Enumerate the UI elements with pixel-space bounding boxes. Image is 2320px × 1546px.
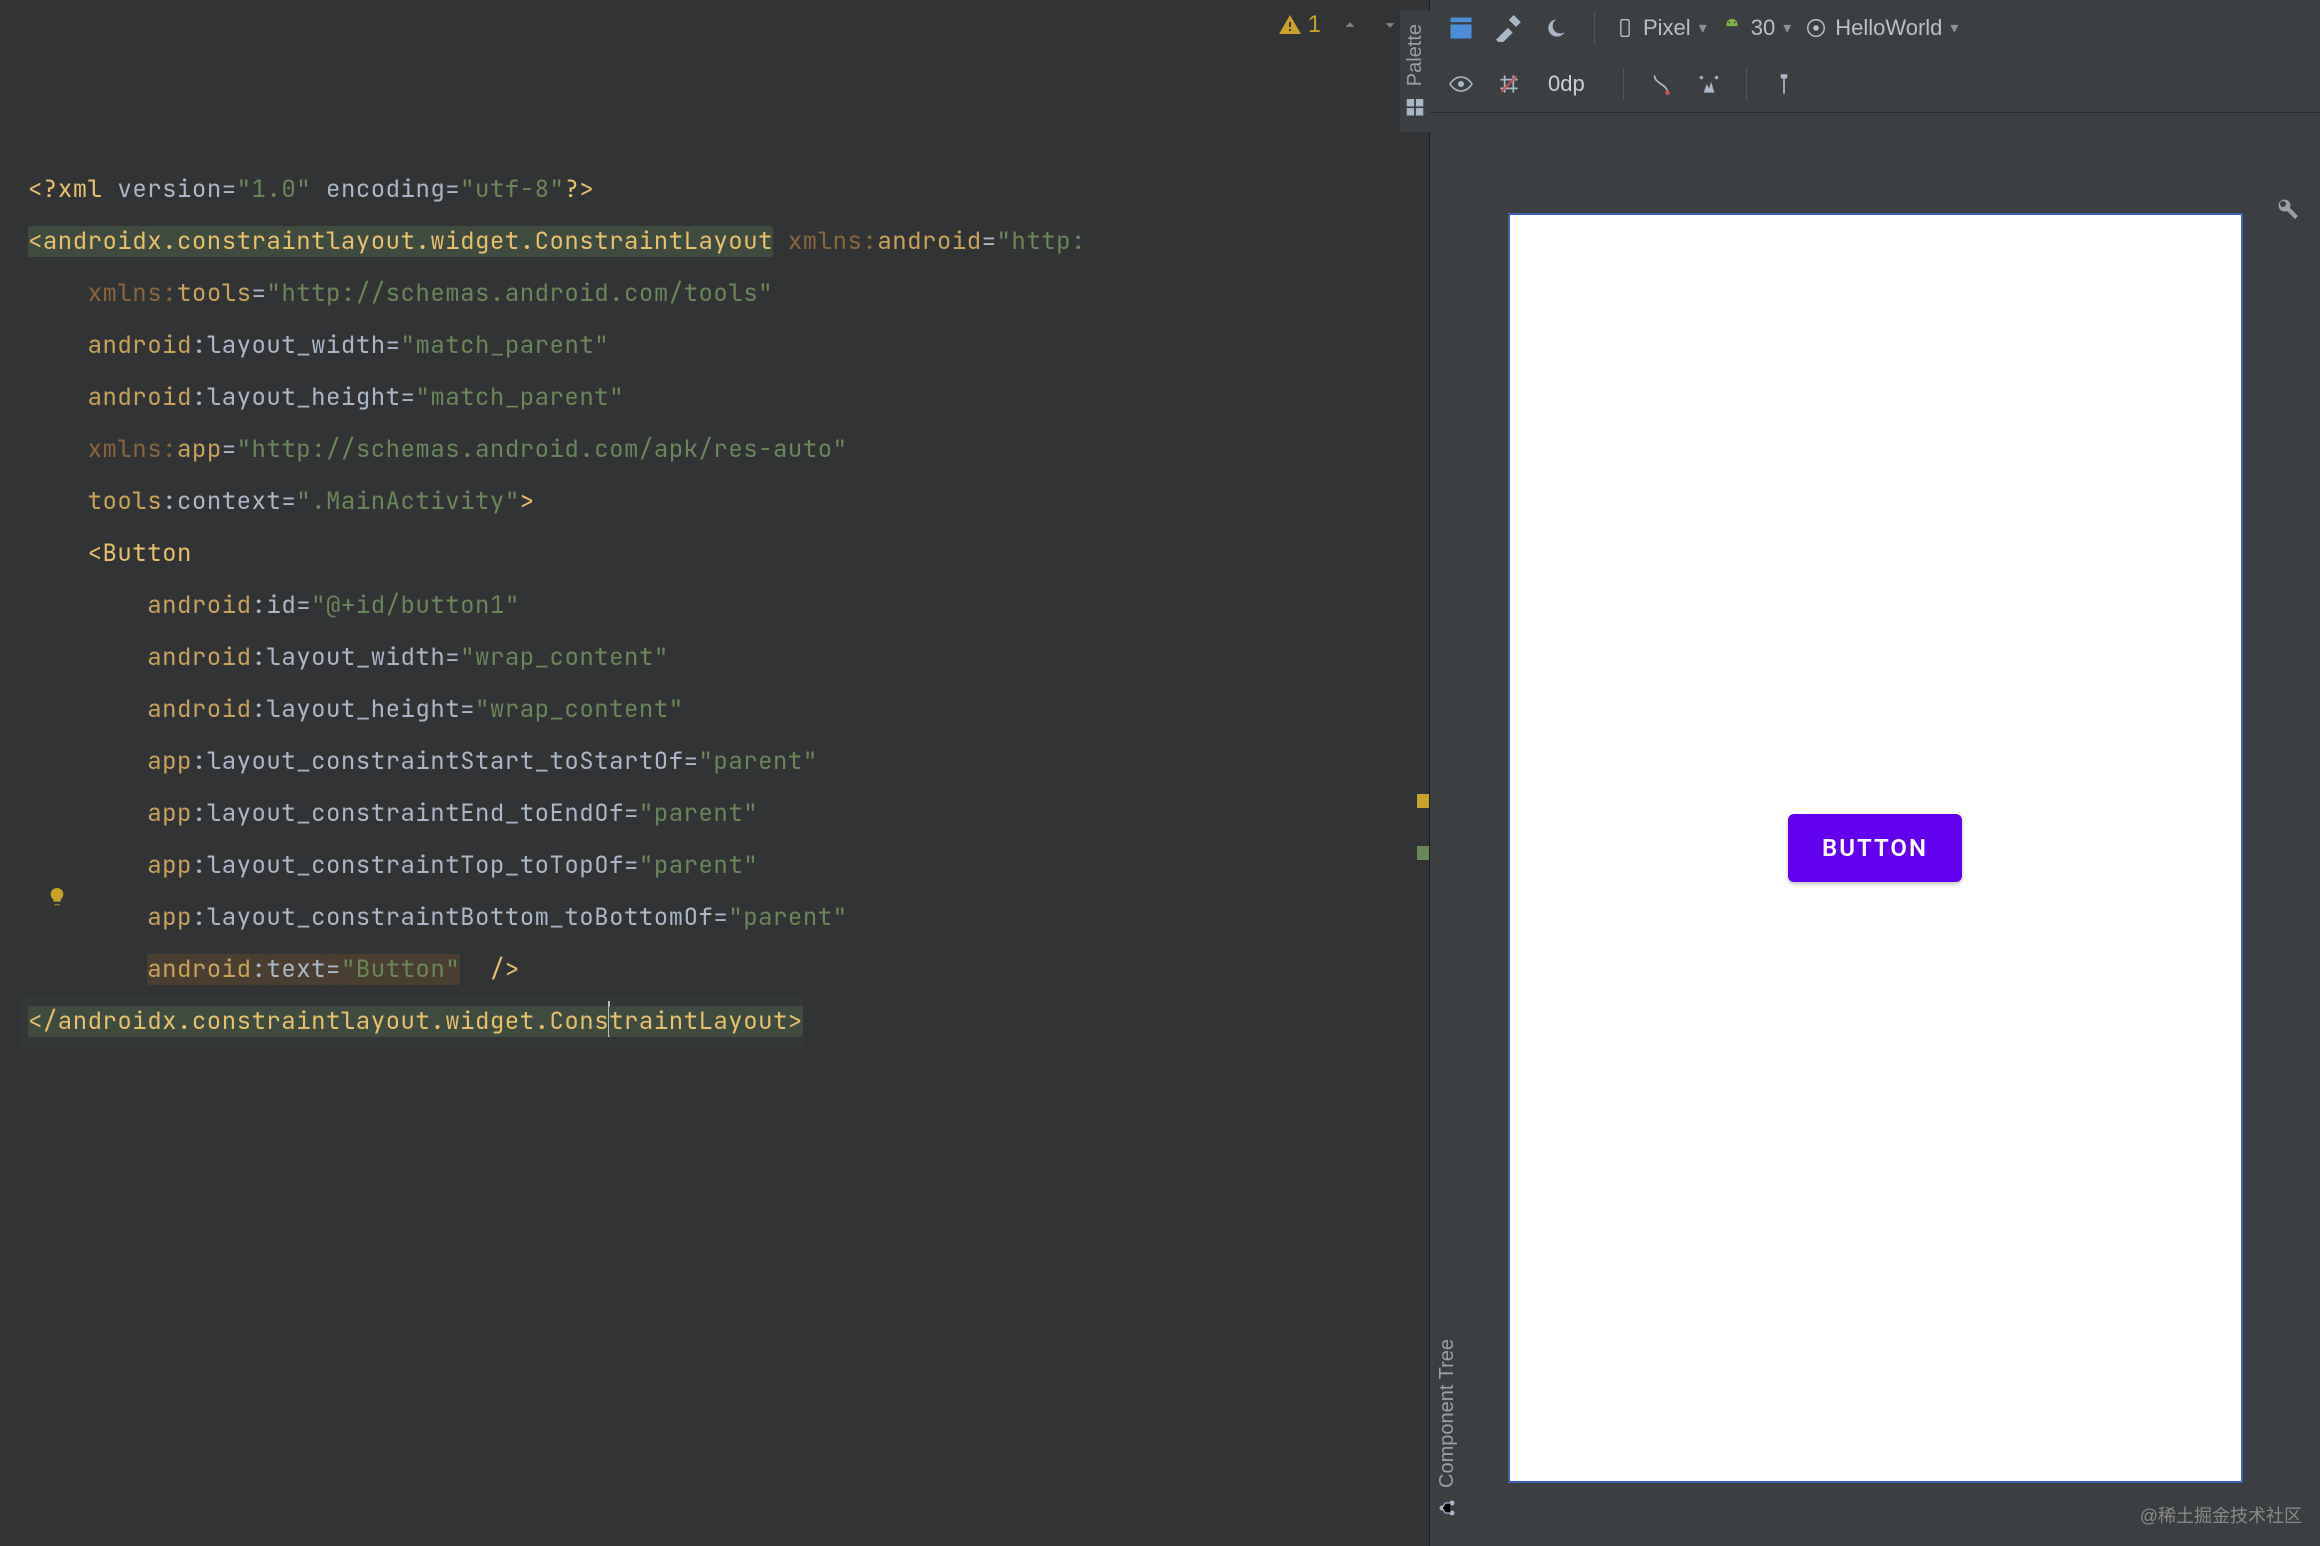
theme-label: HelloWorld	[1835, 15, 1942, 41]
separator	[1594, 12, 1595, 44]
app-root: <?xml version="1.0" encoding="utf-8"?><a…	[0, 0, 2320, 1546]
palette-tab-label: Palette	[1404, 24, 1427, 86]
infer-constraints-icon[interactable]	[1692, 67, 1726, 101]
code-line[interactable]: android:id="@+id/button1"	[20, 580, 1429, 632]
autoconnect-icon[interactable]	[1492, 67, 1526, 101]
code-line[interactable]: tools:context=".MainActivity">	[20, 476, 1429, 528]
preview-toolbar: Pixel ▾ 30 ▾ HelloWorld ▾	[1430, 0, 2320, 113]
code-editor-pane: <?xml version="1.0" encoding="utf-8"?><a…	[0, 0, 1430, 1546]
code-line[interactable]: android:layout_height="wrap_content"	[20, 684, 1429, 736]
clear-constraints-icon[interactable]	[1644, 67, 1678, 101]
code-line[interactable]: <Button	[20, 528, 1429, 580]
code-line[interactable]: app:layout_constraintEnd_toEndOf="parent…	[20, 788, 1429, 840]
code-line[interactable]: android:layout_height="match_parent"	[20, 372, 1429, 424]
warning-icon[interactable]: 1	[1278, 10, 1321, 39]
code-editor[interactable]: <?xml version="1.0" encoding="utf-8"?><a…	[0, 0, 1429, 1546]
api-dropdown[interactable]: 30 ▾	[1721, 15, 1792, 41]
code-line[interactable]: app:layout_constraintTop_toTopOf="parent…	[20, 840, 1429, 892]
code-line[interactable]: app:layout_constraintStart_toStartOf="pa…	[20, 736, 1429, 788]
vcs-change-marker	[1417, 846, 1429, 860]
default-margin-dropdown[interactable]: 0dp	[1540, 69, 1603, 99]
chevron-down-icon: ▾	[1950, 18, 1958, 38]
prev-highlight-icon[interactable]	[1339, 14, 1361, 36]
design-surface[interactable]: BUTTON Component Tree @稀土掘金技术社区	[1430, 113, 2320, 1546]
palette-tool-tab[interactable]: Palette	[1400, 10, 1431, 132]
orientation-icon[interactable]	[1492, 11, 1526, 45]
visibility-icon[interactable]	[1444, 67, 1478, 101]
code-line[interactable]: android:layout_width="wrap_content"	[20, 632, 1429, 684]
separator	[1623, 68, 1624, 100]
guidelines-icon[interactable]	[1767, 67, 1801, 101]
code-line[interactable]: xmlns:tools="http://schemas.android.com/…	[20, 268, 1429, 320]
theme-dropdown[interactable]: HelloWorld ▾	[1805, 15, 1958, 41]
component-tree-tool-tab[interactable]: Component Tree	[1432, 1325, 1463, 1532]
code-line[interactable]: app:layout_constraintBottom_toBottomOf="…	[20, 892, 1429, 944]
preview-button[interactable]: BUTTON	[1788, 814, 1962, 882]
chevron-down-icon: ▾	[1699, 18, 1707, 38]
margin-value: 0dp	[1548, 71, 1585, 96]
night-mode-icon[interactable]	[1540, 11, 1574, 45]
component-tree-label: Component Tree	[1436, 1339, 1459, 1488]
api-label: 30	[1751, 15, 1775, 41]
intention-bulb-icon[interactable]	[46, 782, 156, 1012]
separator	[1746, 68, 1747, 100]
layout-preview-pane: Pixel ▾ 30 ▾ HelloWorld ▾	[1430, 0, 2320, 1546]
watermark-text: @稀土掘金技术社区	[2140, 1502, 2302, 1528]
editor-inspection-widget[interactable]: 1	[1278, 10, 1401, 39]
code-line[interactable]: <?xml version="1.0" encoding="utf-8"?>	[20, 164, 1429, 216]
design-surface-icon[interactable]	[1444, 11, 1478, 45]
code-line[interactable]: <androidx.constraintlayout.widget.Constr…	[20, 216, 1429, 268]
view-options-icon[interactable]	[2276, 197, 2300, 221]
toolbar-row-2: 0dp	[1430, 56, 2320, 112]
chevron-down-icon: ▾	[1783, 18, 1791, 38]
device-dropdown[interactable]: Pixel ▾	[1615, 14, 1707, 42]
next-highlight-icon[interactable]	[1379, 14, 1401, 36]
toolbar-row-1: Pixel ▾ 30 ▾ HelloWorld ▾	[1430, 0, 2320, 56]
code-line[interactable]: android:text="Button" />	[20, 944, 1429, 996]
code-line[interactable]: xmlns:app="http://schemas.android.com/ap…	[20, 424, 1429, 476]
code-line[interactable]: android:layout_width="match_parent"	[20, 320, 1429, 372]
warning-stripe-marker[interactable]	[1417, 794, 1429, 808]
device-frame[interactable]: BUTTON	[1508, 213, 2243, 1483]
warning-count: 1	[1308, 10, 1321, 39]
device-label: Pixel	[1643, 15, 1691, 41]
